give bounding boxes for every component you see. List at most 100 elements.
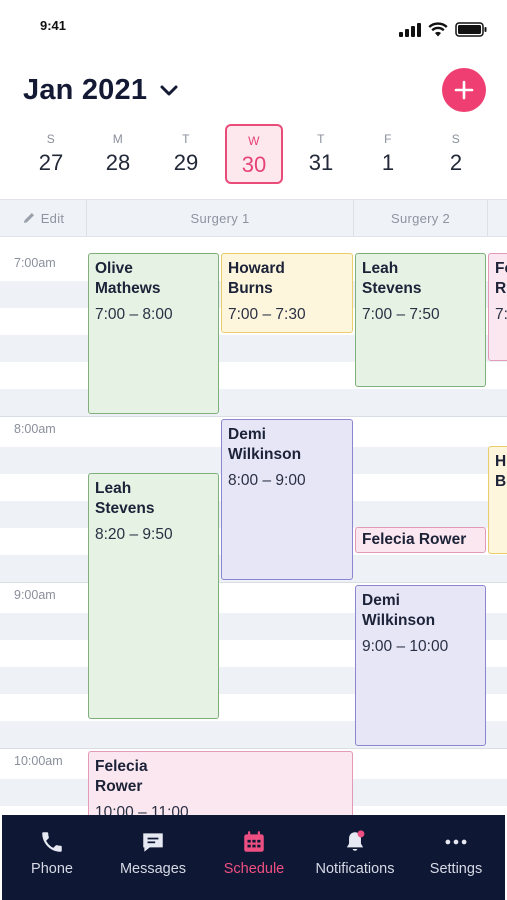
bell-icon [340, 827, 370, 857]
patient-name: Rower [95, 778, 143, 795]
tab-bar: Phone Messages Schedule Notifications Se… [2, 815, 505, 900]
patient-name: Olive [95, 260, 133, 277]
time-label: 9:00am [14, 588, 56, 602]
appointment-card[interactable]: Leah Stevens 7:00 – 7:50 [355, 253, 486, 387]
appointment-card[interactable]: H B [488, 446, 507, 554]
add-appointment-button[interactable] [442, 68, 486, 112]
day-of-week: F [384, 132, 392, 146]
day-fri[interactable]: F 1 [359, 124, 417, 184]
day-number: 30 [241, 152, 267, 177]
appointment-time: 9:00 – 10:00 [362, 638, 449, 655]
appointment-card[interactable]: Demi Wilkinson 8:00 – 9:00 [221, 419, 353, 580]
patient-name: Wilkinson [362, 612, 436, 629]
tab-messages[interactable]: Messages [103, 815, 203, 900]
chat-bubble-icon [138, 827, 168, 857]
battery-icon [455, 22, 487, 37]
tab-label: Notifications [315, 861, 395, 877]
appointment-card[interactable]: Leah Stevens 8:20 – 9:50 [88, 473, 219, 719]
day-number: 28 [105, 150, 131, 175]
pencil-icon [23, 213, 34, 223]
appointment-time: 7:00 – 8:00 [95, 306, 173, 323]
appointment-time: 7: [495, 306, 507, 323]
day-mon[interactable]: M 28 [89, 124, 147, 184]
appointment-card[interactable]: Fe R 7: [488, 253, 507, 361]
patient-name: R [495, 280, 507, 297]
appointment-card[interactable]: Felecia Rower 10:00 – 11:00 [88, 751, 353, 815]
phone-icon [37, 827, 67, 857]
tab-label: Settings [429, 861, 483, 877]
column-header: Edit Surgery 1 Surgery 2 [0, 199, 507, 237]
column-surgery-3[interactable] [488, 200, 507, 236]
day-of-week: M [112, 132, 124, 146]
appointment-card[interactable]: Olive Mathews 7:00 – 8:00 [88, 253, 219, 414]
day-number: 29 [173, 150, 199, 175]
patient-name: Demi [228, 426, 266, 443]
appointment-card[interactable]: Howard Burns 7:00 – 7:30 [221, 253, 353, 333]
patient-name: Stevens [95, 500, 155, 517]
day-number: 27 [38, 150, 64, 175]
day-of-week: T [182, 132, 190, 146]
time-label: 7:00am [14, 256, 56, 270]
day-sun[interactable]: S 27 [22, 124, 80, 184]
patient-name: B [495, 473, 507, 490]
tab-notifications[interactable]: Notifications [305, 815, 405, 900]
patient-name: Felecia Rower [362, 531, 467, 548]
status-icons [399, 22, 487, 37]
cellular-signal-icon [399, 22, 421, 37]
day-of-week: T [317, 132, 325, 146]
day-sat[interactable]: S 2 [427, 124, 485, 184]
day-thu[interactable]: T 31 [292, 124, 350, 184]
appointment-time: 8:00 – 9:00 [228, 472, 306, 489]
patient-name: Demi [362, 592, 400, 609]
wifi-icon [428, 22, 448, 37]
patient-name: Mathews [95, 280, 161, 297]
status-time: 9:41 [40, 18, 67, 33]
patient-name: Burns [228, 280, 273, 297]
tab-label: Messages [119, 861, 187, 877]
header: Jan 2021 [0, 60, 507, 120]
column-surgery-2[interactable]: Surgery 2 [354, 200, 488, 236]
time-label: 10:00am [14, 754, 63, 768]
time-label: 8:00am [14, 422, 56, 436]
day-tue[interactable]: T 29 [157, 124, 215, 184]
calendar-icon [239, 827, 269, 857]
patient-name: Fe [495, 260, 507, 277]
tab-label: Phone [31, 861, 73, 877]
schedule-grid[interactable]: 7:00am 8:00am 9:00am 10:00am Olive Mathe… [0, 250, 507, 815]
column-surgery-1[interactable]: Surgery 1 [87, 200, 354, 236]
appointment-time: 7:00 – 7:30 [228, 306, 306, 323]
column-title: Surgery 2 [390, 210, 451, 226]
day-of-week: S [451, 132, 461, 146]
month-title[interactable]: Jan 2021 [23, 74, 147, 107]
status-bar: 9:41 [0, 0, 507, 50]
day-of-week: W [248, 134, 260, 148]
plus-icon [454, 80, 474, 100]
column-title: Surgery 1 [190, 210, 250, 226]
day-wed-selected[interactable]: W 30 [225, 124, 283, 184]
chevron-down-icon[interactable] [158, 80, 180, 100]
edit-button[interactable]: Edit [0, 200, 87, 236]
tab-schedule[interactable]: Schedule [204, 815, 304, 900]
day-number: 2 [449, 150, 463, 175]
patient-name: Howard [228, 260, 285, 277]
tab-label: Schedule [223, 861, 285, 877]
appointment-time: 7:00 – 7:50 [362, 306, 440, 323]
day-of-week: S [46, 132, 56, 146]
row-band [0, 389, 507, 416]
appointment-card[interactable]: Felecia Rower [355, 527, 486, 553]
patient-name: Stevens [362, 280, 422, 297]
day-number: 1 [381, 150, 395, 175]
day-number: 31 [308, 150, 334, 175]
hour-divider [0, 416, 507, 417]
tab-phone[interactable]: Phone [2, 815, 102, 900]
hour-divider [0, 582, 507, 583]
tab-settings[interactable]: Settings [406, 815, 506, 900]
patient-name: Felecia [95, 758, 148, 775]
patient-name: Leah [95, 480, 132, 497]
more-dots-icon [441, 827, 471, 857]
patient-name: Wilkinson [228, 446, 302, 463]
appointment-card[interactable]: Demi Wilkinson 9:00 – 10:00 [355, 585, 486, 746]
patient-name: Leah [362, 260, 399, 277]
week-strip: S 27 M 28 T 29 W 30 T 31 F 1 S 2 [0, 124, 507, 190]
edit-label: Edit [40, 210, 65, 226]
